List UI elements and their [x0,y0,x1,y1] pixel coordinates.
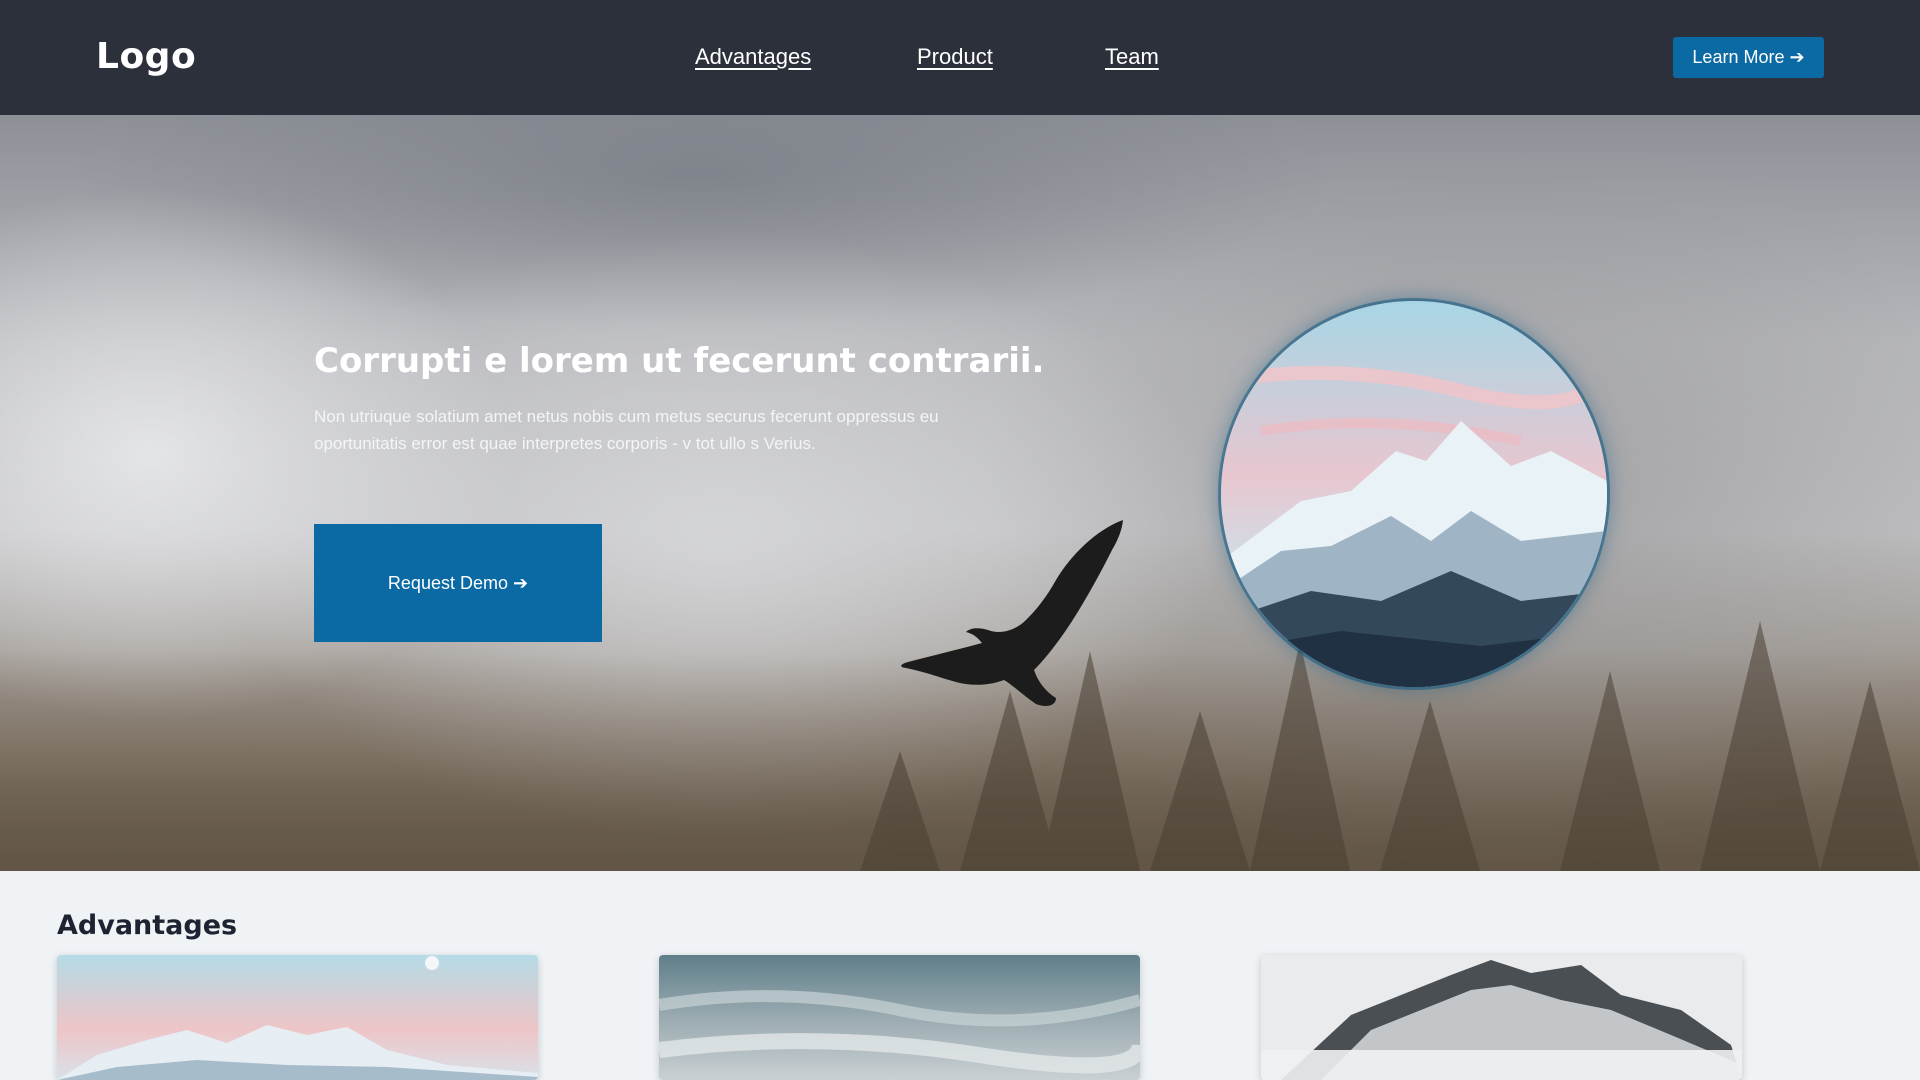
logo[interactable]: Logo [96,36,196,77]
advantages-heading: Advantages [57,910,238,941]
advantage-card[interactable] [57,955,538,1080]
request-demo-button[interactable]: Request Demo ➔ [314,524,602,642]
nav-link-product[interactable]: Product [917,44,993,70]
pink-sky-snowy-mountain-photo-icon [57,955,538,1080]
snowy-peak-in-clouds-photo-icon [1261,955,1742,1080]
advantage-card[interactable] [1261,955,1742,1080]
mountain-photo-circle [1221,301,1607,687]
learn-more-button[interactable]: Learn More ➔ [1673,37,1824,78]
hero-title: Corrupti e lorem ut fecerunt contrarii. [314,341,1045,381]
advantage-card[interactable] [659,955,1140,1080]
top-navbar: Logo Advantages Product Team Learn More … [0,0,1920,115]
hero-section: Corrupti e lorem ut fecerunt contrarii. … [0,115,1920,871]
misty-clouds-photo-icon [659,955,1140,1080]
hero-description: Non utriuque solatium amet netus nobis c… [314,407,939,453]
nav-link-advantages[interactable]: Advantages [695,44,811,70]
nav-link-team[interactable]: Team [1105,44,1159,70]
eagle-icon [901,520,1123,706]
mountain-photo-icon [1221,301,1607,687]
